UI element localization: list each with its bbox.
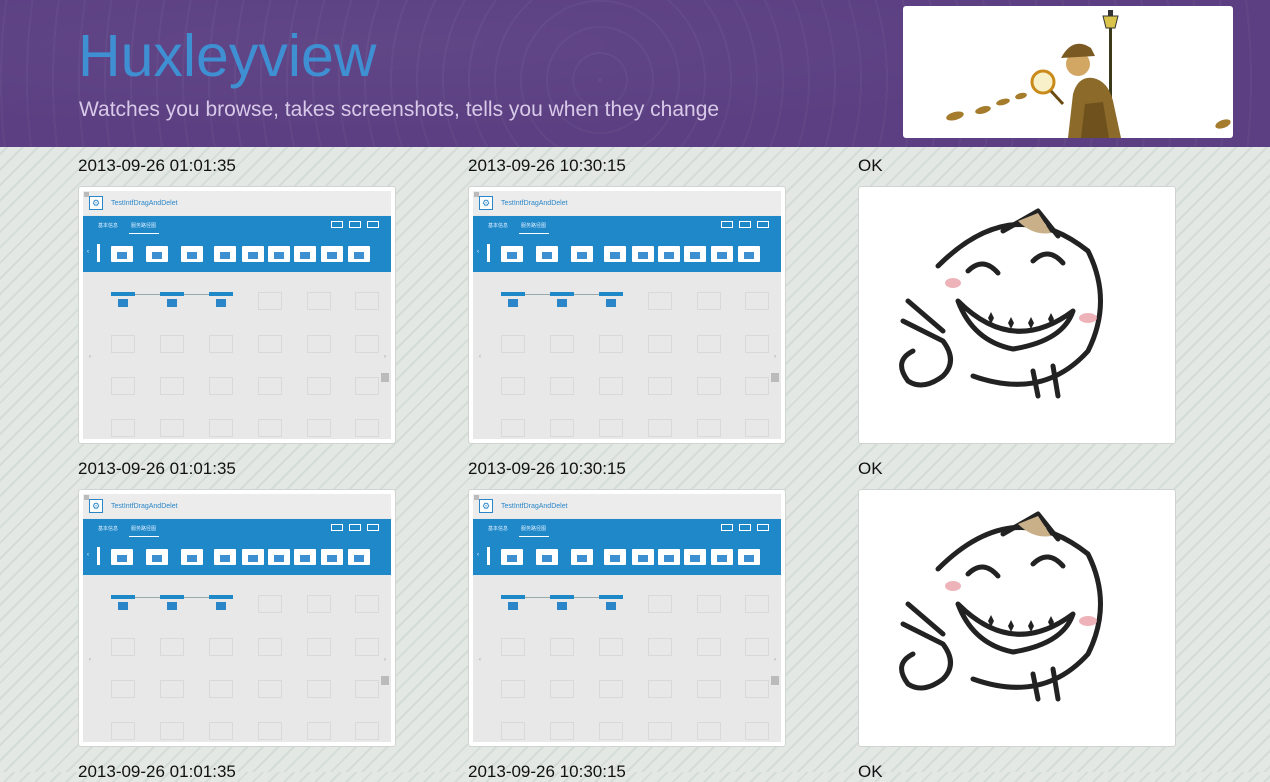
grinning-peace-sign-face-icon [899,208,1103,399]
baseline-timestamp: 2013-09-26 01:01:35 [78,459,236,478]
baseline-timestamp: 2013-09-26 01:01:35 [78,762,236,781]
current-timestamp: 2013-09-26 10:30:15 [468,459,626,478]
screenshot-thumbnail: ⚙ TestIntfDragAndDelet 基本信息 服务路径图 ‹ ‹ › [473,191,781,439]
screenshot-thumbnail: ⚙ TestIntfDragAndDelet 基本信息 服务路径图 ‹ ‹ › [473,494,781,742]
screenshot-thumbnail: ⚙ TestIntfDragAndDelet 基本信息 服务路径图 ‹ ‹ › [83,191,391,439]
logo [903,6,1233,138]
current-screenshot[interactable]: ⚙ TestIntfDragAndDelet 基本信息 服务路径图 ‹ ‹ › [468,489,786,747]
gear-icon: ⚙ [479,499,493,513]
gear-icon: ⚙ [89,196,103,210]
baseline-screenshot[interactable]: ⚙ TestIntfDragAndDelet 基本信息 服务路径图 ‹ ‹ › [78,489,396,747]
baseline-timestamp: 2013-09-26 01:01:35 [78,156,236,175]
detective-with-magnifier-icon [946,10,1231,138]
app-subtitle: Watches you browse, takes screenshots, t… [79,98,720,121]
baseline-screenshot[interactable]: ⚙ TestIntfDragAndDelet 基本信息 服务路径图 ‹ ‹ › [78,186,396,444]
screenshot-thumbnail: ⚙ TestIntfDragAndDelet 基本信息 服务路径图 ‹ ‹ › [83,494,391,742]
current-screenshot[interactable]: ⚙ TestIntfDragAndDelet 基本信息 服务路径图 ‹ ‹ › [468,186,786,444]
grinning-peace-sign-face-icon [899,511,1103,702]
status-label: OK [858,459,883,478]
gear-icon: ⚙ [89,499,103,513]
app-title: Huxleyview [78,23,377,89]
status-image[interactable] [858,186,1176,444]
page-header: Huxleyview Watches you browse, takes scr… [0,0,1270,147]
status-image[interactable] [858,489,1176,747]
gear-icon: ⚙ [479,196,493,210]
status-label: OK [858,156,883,175]
current-timestamp: 2013-09-26 10:30:15 [468,156,626,175]
current-timestamp: 2013-09-26 10:30:15 [468,762,626,781]
status-label: OK [858,762,883,781]
